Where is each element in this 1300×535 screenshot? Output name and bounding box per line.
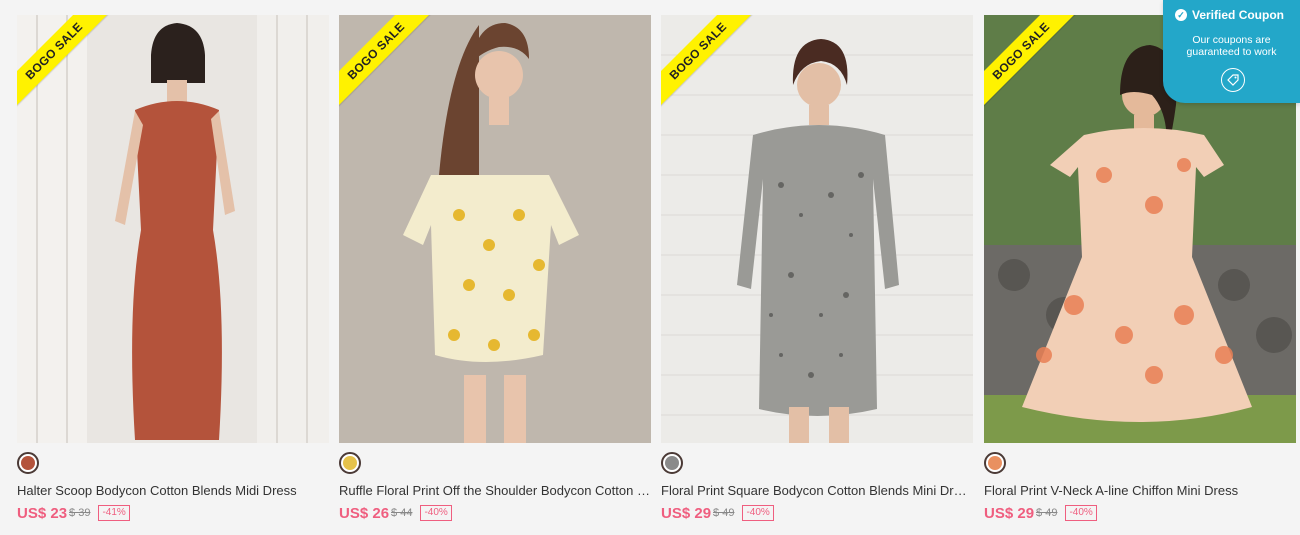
sale-price: US$ 26: [339, 504, 390, 522]
product-grid: BOGO SALE Halter Scoop Bodycon Cotton Bl…: [0, 0, 1300, 535]
verified-coupon-widget[interactable]: ✓ Verified Coupon Our coupons are guaran…: [1163, 0, 1300, 103]
tag-icon[interactable]: [1221, 68, 1245, 92]
swatch-fill: [665, 456, 679, 470]
sale-price: US$ 23: [17, 504, 68, 522]
coupon-line-1: Our coupons are: [1192, 34, 1271, 46]
price-row: US$ 26 $ 44 -40%: [339, 503, 452, 523]
swatch-fill: [21, 456, 35, 470]
price-row: US$ 29 $ 49 -40%: [984, 503, 1097, 523]
swatch-fill: [343, 456, 357, 470]
original-price: $ 39: [69, 507, 91, 519]
check-icon: ✓: [1175, 9, 1187, 21]
sale-price: US$ 29: [661, 504, 712, 522]
product-card[interactable]: BOGO SALE Halter Scoop Bodycon Cotton Bl…: [17, 15, 329, 530]
coupon-line-2: guaranteed to work: [1186, 46, 1277, 58]
product-title[interactable]: Floral Print Square Bodycon Cotton Blend…: [661, 483, 973, 498]
product-title[interactable]: Halter Scoop Bodycon Cotton Blends Midi …: [17, 483, 329, 498]
coupon-title: Verified Coupon: [1192, 8, 1285, 22]
discount-badge: -41%: [98, 505, 130, 521]
product-image[interactable]: BOGO SALE: [339, 15, 651, 443]
product-card[interactable]: BOGO SALE Ruffle Floral Print Off the Sh…: [339, 15, 651, 530]
original-price: $ 44: [391, 507, 413, 519]
product-title[interactable]: Floral Print V-Neck A-line Chiffon Mini …: [984, 483, 1296, 498]
product-image[interactable]: BOGO SALE: [17, 15, 329, 443]
discount-badge: -40%: [420, 505, 452, 521]
price-row: US$ 29 $ 49 -40%: [661, 503, 774, 523]
discount-badge: -40%: [1065, 505, 1097, 521]
color-swatch[interactable]: [339, 452, 361, 474]
swatch-fill: [988, 456, 1002, 470]
discount-badge: -40%: [742, 505, 774, 521]
color-swatch[interactable]: [17, 452, 39, 474]
color-swatch[interactable]: [984, 452, 1006, 474]
product-title[interactable]: Ruffle Floral Print Off the Shoulder Bod…: [339, 483, 651, 498]
original-price: $ 49: [713, 507, 735, 519]
price-row: US$ 23 $ 39 -41%: [17, 503, 130, 523]
original-price: $ 49: [1036, 507, 1058, 519]
coupon-header: ✓ Verified Coupon: [1175, 8, 1284, 22]
sale-price: US$ 29: [984, 504, 1035, 522]
coupon-subtitle: Our coupons are guaranteed to work: [1163, 34, 1300, 58]
product-image[interactable]: BOGO SALE: [661, 15, 973, 443]
color-swatch[interactable]: [661, 452, 683, 474]
product-card[interactable]: BOGO SALE Floral Print Square Bodycon Co…: [661, 15, 973, 530]
